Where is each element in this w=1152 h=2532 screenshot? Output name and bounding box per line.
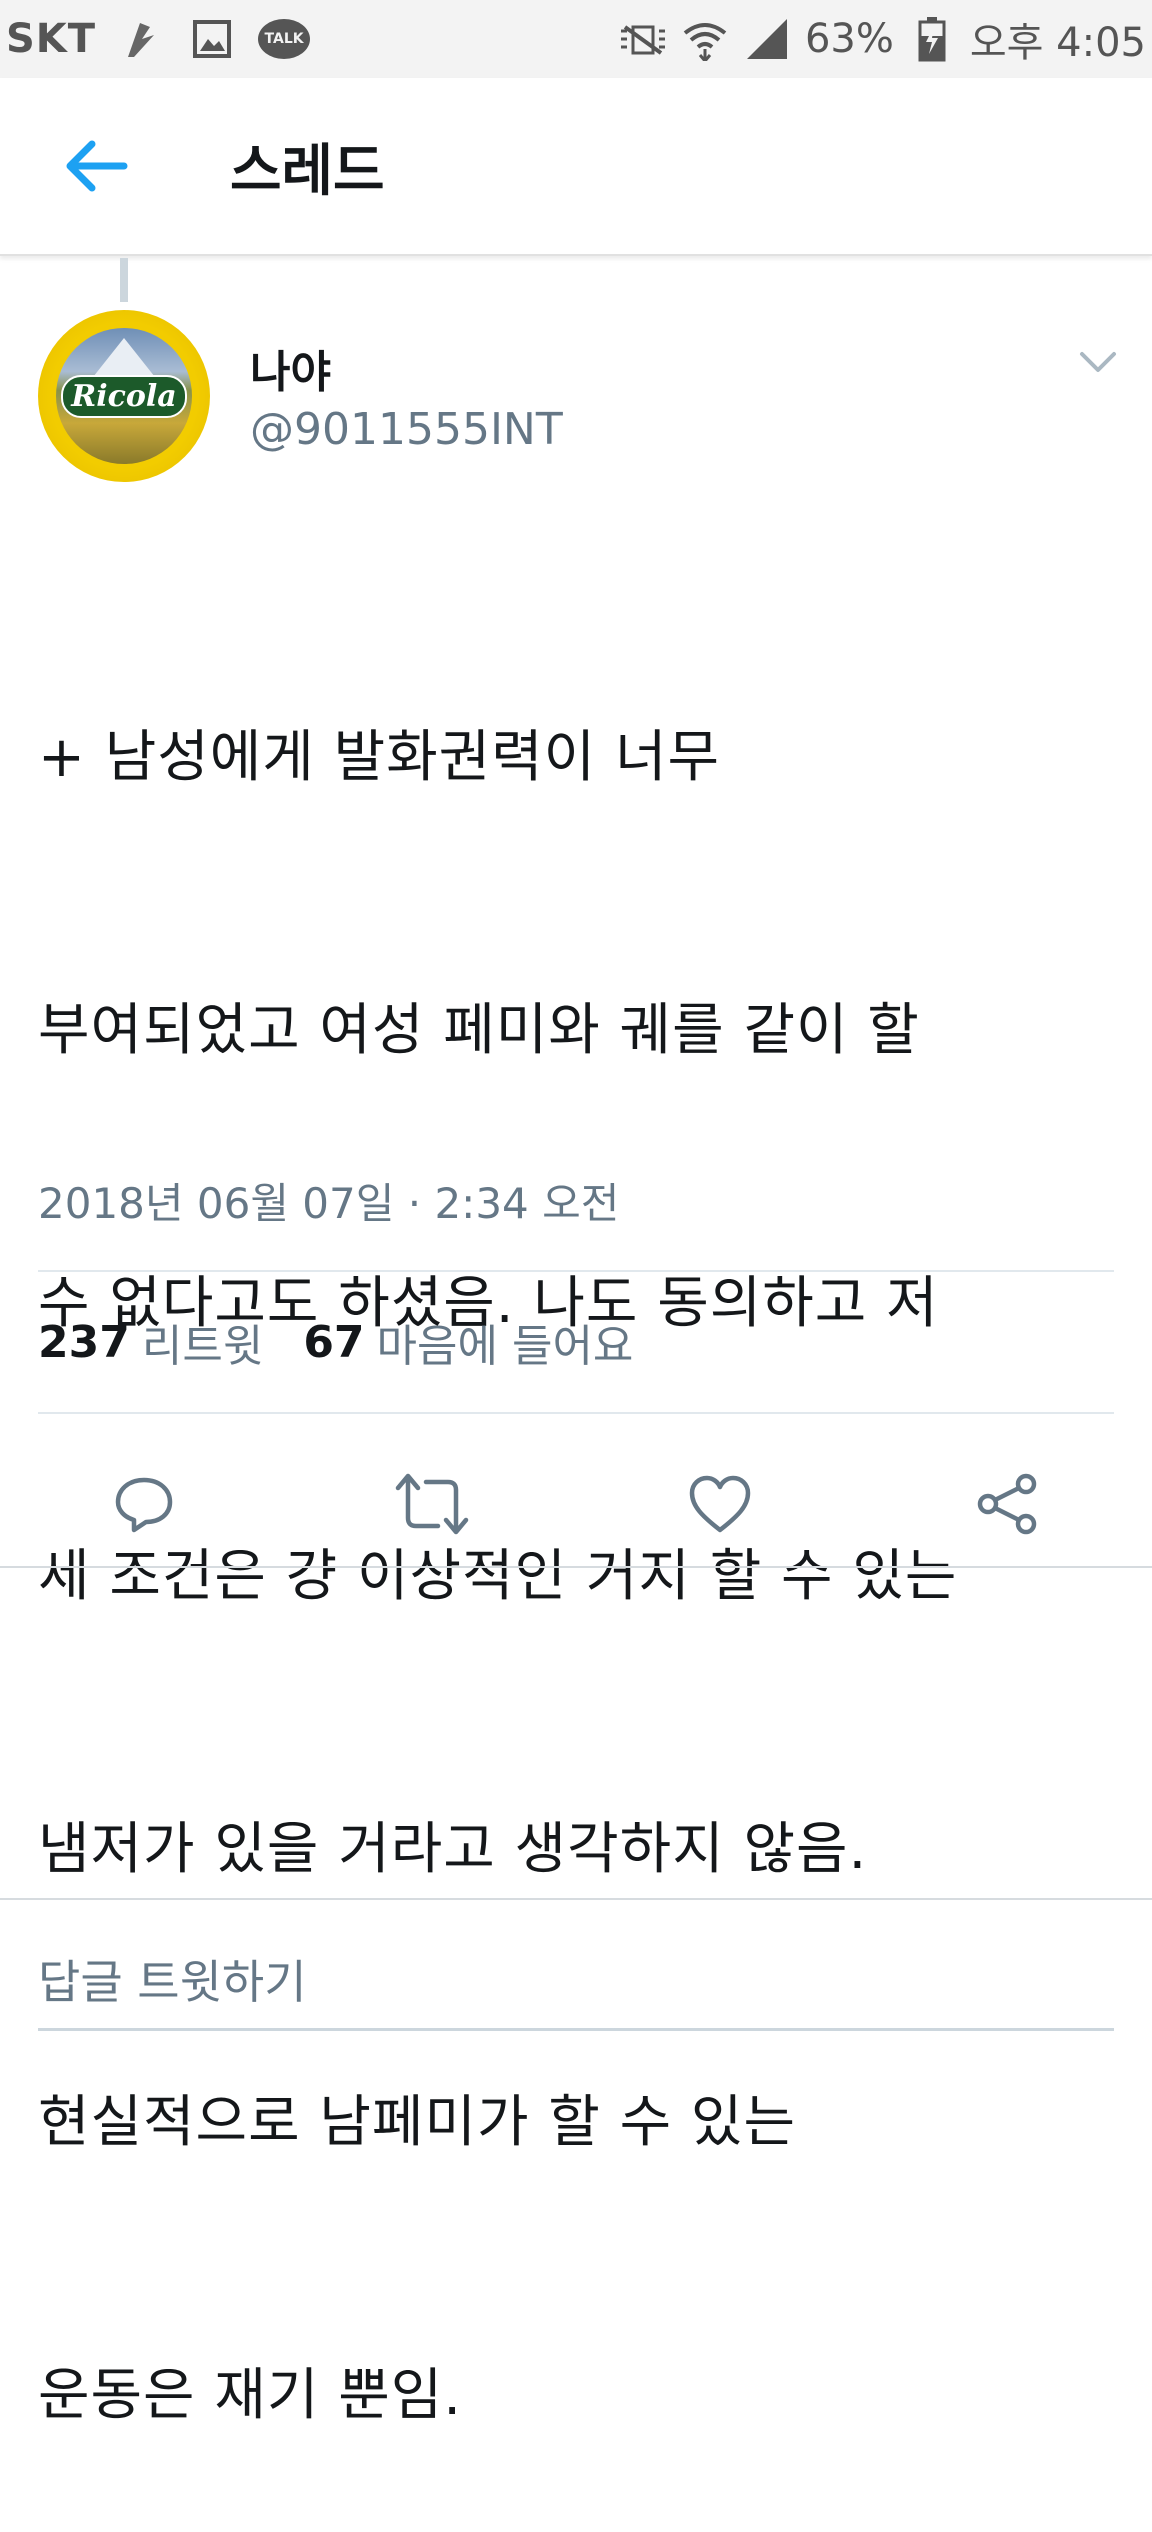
divider — [38, 1270, 1114, 1272]
user-name[interactable]: 나야 — [250, 336, 331, 400]
avatar-logo: Ricola — [61, 374, 187, 418]
battery-charging-icon — [908, 15, 956, 63]
chevron-down-icon — [1080, 352, 1116, 372]
like-stat[interactable]: 67 마음에 들어요 — [303, 1310, 633, 1374]
share-button[interactable] — [966, 1462, 1050, 1546]
wifi-icon — [681, 15, 729, 63]
tweet-text-line: 운동은 재기 뿐임. — [38, 2363, 463, 2428]
clock: 오후 4:05 — [969, 20, 1146, 66]
page-title: 스레드 — [230, 138, 385, 204]
more-options-button[interactable] — [1072, 336, 1124, 388]
like-count: 67 — [303, 1316, 365, 1368]
avatar-image: Ricola — [56, 328, 192, 464]
like-label: 마음에 들어요 — [376, 1321, 634, 1372]
user-handle[interactable]: @9011555INT — [250, 404, 563, 455]
divider — [38, 1412, 1114, 1414]
reply-input[interactable]: 답글 트윗하기 — [38, 1946, 307, 2012]
app-notification-icon — [118, 15, 166, 63]
status-bar: SKT TALK 63% 오후 4:05 — [0, 0, 1152, 78]
tweet-text-line: 냄저가 있을 거라고 생각하지 않음. — [38, 1817, 868, 1882]
app-bar: 스레드 — [0, 78, 1152, 256]
heart-icon — [689, 1475, 751, 1533]
reply-icon — [115, 1477, 173, 1533]
retweet-label: 리트윗 — [141, 1321, 264, 1372]
mute-icon — [619, 15, 667, 63]
reply-input-underline — [38, 2028, 1114, 2031]
thread-connector-line — [120, 258, 128, 302]
avatar[interactable]: Ricola — [38, 310, 210, 482]
arrow-left-icon — [66, 140, 128, 192]
carrier-name: SKT — [6, 16, 97, 62]
retweet-button[interactable] — [390, 1462, 474, 1546]
kakaotalk-icon: TALK — [258, 19, 311, 59]
back-button[interactable] — [46, 116, 146, 216]
tweet-text-line: 현실적으로 남페미가 할 수 있는 — [38, 2090, 796, 2155]
signal-icon — [743, 15, 791, 63]
share-icon — [977, 1473, 1037, 1535]
retweet-icon — [395, 1473, 469, 1535]
reply-button[interactable] — [102, 1462, 186, 1546]
tweet-text-line: 부여되었고 여성 페미와 궤를 같이 할 — [38, 998, 920, 1063]
tweet-stats: 237 리트윗 67 마음에 들어요 — [38, 1310, 633, 1374]
retweet-count: 237 — [38, 1316, 130, 1368]
status-right: 63% 오후 4:05 — [619, 10, 1146, 68]
like-button[interactable] — [678, 1462, 762, 1546]
reply-bar: 답글 트윗하기 — [0, 1900, 1152, 2048]
battery-percent: 63% — [804, 16, 894, 62]
tweet-actions — [0, 1444, 1152, 1564]
tweet-timestamp: 2018년 06월 07일 · 2:34 오전 — [38, 1179, 620, 1228]
section-divider — [0, 1566, 1152, 1568]
tweet-text-line: + 남성에게 발화권력이 너무 — [38, 725, 721, 790]
gallery-icon — [188, 15, 236, 63]
status-left: SKT TALK — [6, 15, 311, 63]
retweet-stat[interactable]: 237 리트윗 — [38, 1310, 263, 1374]
